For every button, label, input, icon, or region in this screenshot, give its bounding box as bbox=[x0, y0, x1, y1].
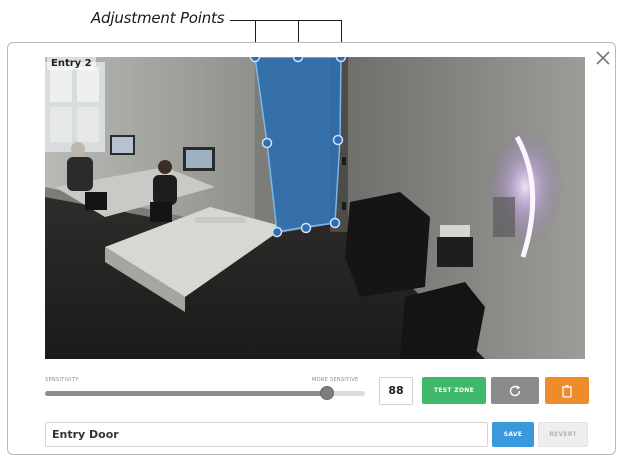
close-icon bbox=[596, 51, 610, 65]
callout-label: Adjustment Points bbox=[91, 9, 225, 27]
test-zone-button[interactable]: TEST ZONE bbox=[422, 377, 486, 404]
adjustment-point-bottom-middle[interactable] bbox=[300, 222, 312, 234]
adjustment-point-top-left[interactable] bbox=[249, 57, 261, 63]
adjustment-point-right-middle[interactable] bbox=[332, 134, 344, 146]
sensitivity-slider-thumb[interactable] bbox=[319, 386, 334, 400]
callout-line-horizontal bbox=[230, 20, 342, 21]
revert-button[interactable]: REVERT bbox=[538, 422, 588, 447]
trash-icon bbox=[562, 384, 572, 398]
refresh-button[interactable] bbox=[491, 377, 539, 404]
adjustment-point-top-middle[interactable] bbox=[292, 57, 304, 63]
sensitivity-label: SENSITIVITY bbox=[45, 377, 79, 383]
save-button[interactable]: SAVE bbox=[492, 422, 534, 447]
sensitivity-slider-fill bbox=[45, 391, 327, 396]
adjustment-point-bottom-left[interactable] bbox=[271, 226, 283, 238]
adjustment-point-bottom-right[interactable] bbox=[329, 217, 341, 229]
motion-zone-overlay[interactable] bbox=[45, 57, 585, 359]
adjustment-point-left-middle[interactable] bbox=[261, 137, 273, 149]
zone-name-input[interactable] bbox=[45, 422, 488, 447]
close-button[interactable] bbox=[593, 48, 613, 68]
refresh-icon bbox=[509, 385, 521, 396]
sensitivity-slider[interactable] bbox=[45, 391, 365, 396]
camera-view[interactable] bbox=[45, 57, 585, 359]
camera-name-label: Entry 2 bbox=[47, 57, 96, 70]
delete-button[interactable] bbox=[545, 377, 589, 404]
adjustment-point-top-right[interactable] bbox=[335, 57, 347, 63]
sensitivity-value-input[interactable]: 88 bbox=[379, 377, 413, 405]
more-sensitive-label: MORE SENSITIVE bbox=[312, 377, 359, 383]
